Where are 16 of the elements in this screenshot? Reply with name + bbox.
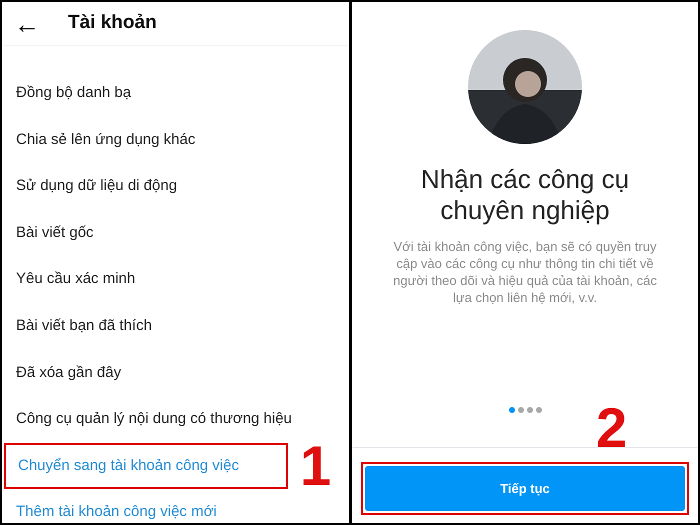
page-title: Tài khoản: [68, 11, 157, 36]
step-number: 1: [300, 438, 332, 494]
back-button[interactable]: ←: [14, 10, 68, 36]
menu-item[interactable]: Bài viết bạn đã thích: [16, 315, 152, 338]
menu-item[interactable]: Đồng bộ danh bạ: [16, 82, 132, 105]
menu-item[interactable]: Bài viết gốc: [16, 222, 94, 244]
menu-item[interactable]: Công cụ quản lý nội dung có thương hiệu: [16, 408, 292, 431]
menu-item[interactable]: Chia sẻ lên ứng dụng khác: [16, 128, 196, 152]
description: Với tài khoản công việc, bạn sẽ có quyền truy cập vào các công cụ như thông tin chi tiết về người theo dõi và hiệu quả của tài khoản, các lựa chọn liên hệ mới, v.v.: [392, 238, 658, 306]
menu-item[interactable]: Chuyển sang tài khoản công việc: [4, 442, 288, 490]
menu-item[interactable]: Thêm tài khoản công việc mới: [16, 501, 217, 524]
heading: Nhận các công cụ chuyên nghiệp: [420, 164, 630, 226]
step-number: 2: [596, 400, 628, 456]
menu-item[interactable]: Đã xóa gần đây: [16, 362, 122, 384]
menu-item[interactable]: Yêu cầu xác minh: [16, 268, 136, 291]
menu-item[interactable]: Sử dụng dữ liệu di động: [16, 175, 178, 198]
